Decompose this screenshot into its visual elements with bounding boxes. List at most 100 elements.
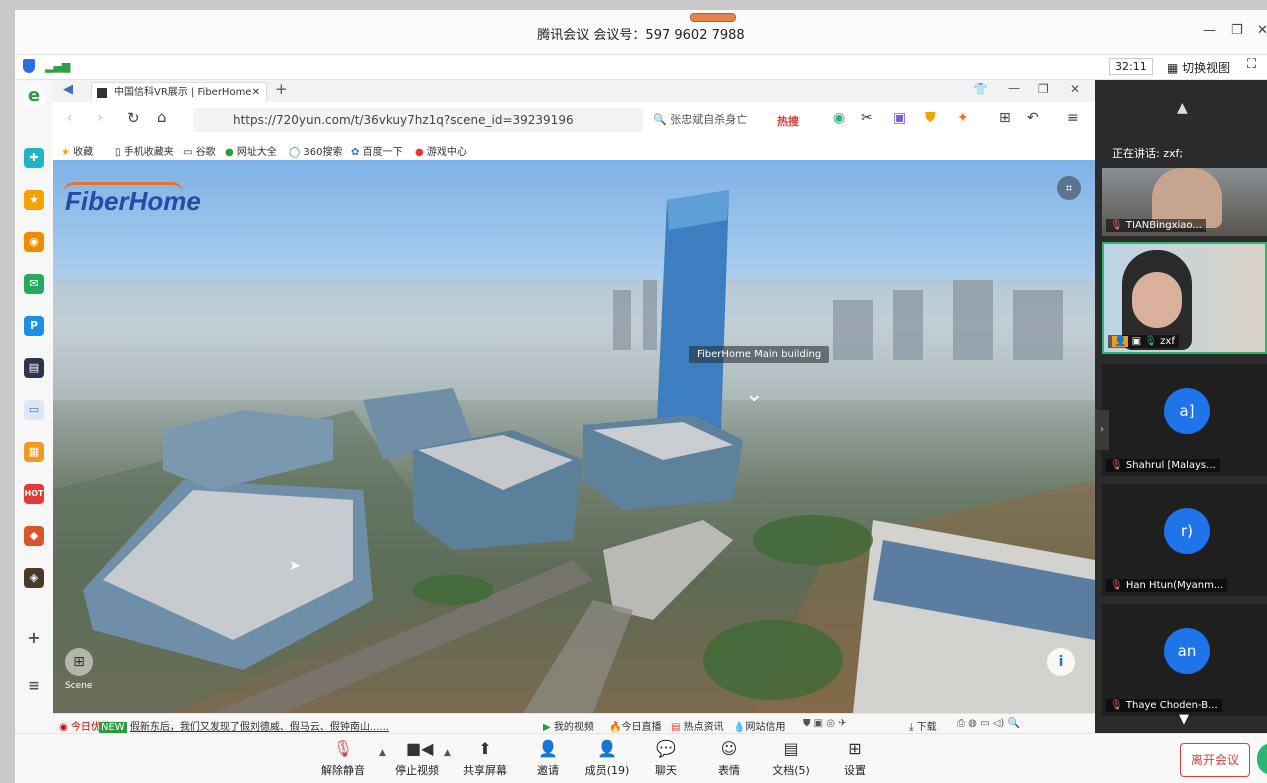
baidu-icon: ✿	[351, 147, 360, 158]
audio-options-chevron-icon[interactable]: ▲	[379, 748, 386, 758]
info-icon[interactable]: i	[1047, 648, 1075, 676]
menu-icon[interactable]: ≡	[24, 676, 44, 696]
participant-tile[interactable]: 🎙 TIANBingxiao...	[1102, 168, 1267, 236]
more-button[interactable]	[1257, 743, 1267, 775]
new-tab-icon[interactable]: +	[275, 80, 288, 98]
news-ticker[interactable]: NEW 假新东后，我们又发现了假刘德威、假马云、假钟南山......	[99, 718, 389, 733]
add-person-icon: 👤	[538, 739, 558, 758]
undo-icon[interactable]: ↶	[1027, 110, 1039, 126]
participant-tile[interactable]: an 🎙 Thaye Choden-B...	[1102, 604, 1267, 716]
bookmark-item[interactable]: ★ 收藏	[61, 143, 93, 158]
navigate-icon[interactable]: ◀	[63, 82, 73, 97]
emoji-button[interactable]: ☺ 表情	[699, 738, 759, 778]
browser-sidebar: e ✚ ★ ◉ ✉ P ▤ ▭ ▦ HOT ◆ ◈ + ≡	[15, 80, 54, 733]
forward-icon[interactable]: ›	[97, 110, 103, 126]
p-app-icon[interactable]: P	[24, 316, 44, 336]
reload-icon[interactable]: ↻	[127, 109, 140, 127]
picks-icon: ◉	[59, 722, 68, 733]
grid-icon: ▦	[1167, 61, 1183, 75]
tab-close-icon[interactable]: ✕	[252, 83, 260, 102]
scissors-icon[interactable]: ✂	[861, 110, 873, 126]
star-icon: ★	[61, 147, 70, 158]
game2-app-icon[interactable]: ◆	[24, 526, 44, 546]
security-icon[interactable]: ⛊	[925, 110, 936, 126]
browser-menu-icon[interactable]: ≡	[1067, 110, 1079, 126]
extension-icon[interactable]: ◉	[833, 110, 845, 126]
fullscreen-icon[interactable]: ⛶	[1247, 57, 1256, 72]
docs-button[interactable]: ▤ 文档(5)	[761, 738, 821, 778]
game-app-icon[interactable]: ▦	[24, 442, 44, 462]
navigation-bar: ‹ › ↻ ⌂ https://720yun.com/t/36vkuy7hz1q…	[53, 102, 1095, 138]
translate-icon[interactable]: ▣	[893, 110, 906, 126]
apps-grid-icon[interactable]: ⊞	[999, 110, 1011, 126]
bookmark-item[interactable]: ● 游戏中心	[415, 143, 467, 158]
participant-tile[interactable]: r) 🎙 Han Htun(Myanm...	[1102, 484, 1267, 596]
scroll-down-icon[interactable]: ▼	[1179, 712, 1189, 727]
shirt-icon[interactable]: 👕	[973, 82, 988, 96]
tab-bar: ◀ 中国信科VR展示 | FiberHome ✕ + 👕 — ❐ ✕	[53, 80, 1095, 102]
collapse-panel-icon[interactable]: ›	[1095, 410, 1109, 450]
address-bar[interactable]: https://720yun.com/t/36vkuy7hz1q?scene_i…	[193, 108, 643, 132]
stop-video-button[interactable]: ■◀ 停止视频	[387, 738, 447, 778]
new-badge-icon: NEW	[99, 722, 127, 733]
invite-button[interactable]: 👤 邀请	[518, 738, 578, 778]
status-item-credit[interactable]: 💧网站信用	[733, 718, 785, 733]
video-options-chevron-icon[interactable]: ▲	[444, 748, 451, 758]
bookmark-item[interactable]: ▭ 谷歌	[183, 143, 216, 158]
game3-app-icon[interactable]: ◈	[24, 568, 44, 588]
browser-minimize-icon[interactable]: —	[1008, 81, 1020, 95]
hot-app-icon[interactable]: HOT	[24, 484, 44, 504]
scene-icon[interactable]: ⊞	[65, 648, 93, 676]
leave-meeting-button[interactable]: 离开会议	[1180, 743, 1250, 777]
doc-app-icon[interactable]: ▭	[24, 400, 44, 420]
status-utility-icon[interactable]: ⎙ ◍ ▭ ◁) 🔍	[957, 718, 1020, 729]
tab-fiberhome[interactable]: 中国信科VR展示 | FiberHome ✕	[91, 82, 267, 102]
drag-handle[interactable]	[690, 13, 736, 22]
chat-button[interactable]: 💬 聊天	[636, 738, 696, 778]
minimize-icon[interactable]: —	[1203, 23, 1216, 38]
unmute-button[interactable]: 🎙 解除静音	[313, 738, 373, 778]
participant-tile[interactable]: a] 🎙 Shahrul [Malays...	[1102, 364, 1267, 476]
game-icon[interactable]: ✦	[957, 110, 969, 126]
status-item-news[interactable]: ▤ 热点资讯	[671, 718, 724, 733]
mail-icon[interactable]: ✉	[24, 274, 44, 294]
status-item-download[interactable]: ⤓ 下载	[909, 718, 937, 733]
browser-logo-icon[interactable]: e	[24, 86, 44, 106]
restore-icon[interactable]: ❐	[1231, 23, 1243, 38]
settings-button[interactable]: ⊞ 设置	[825, 738, 885, 778]
favorites-star-icon[interactable]: ★	[24, 190, 44, 210]
participant-tile-active[interactable]: 👤 ▣ 🎙 zxf	[1102, 242, 1267, 354]
add-icon[interactable]: +	[24, 628, 44, 648]
sidebar-app-icon[interactable]: ✚	[24, 148, 44, 168]
hotspot-arrow-icon[interactable]: ⌄	[745, 382, 763, 407]
calendar-app-icon[interactable]: ▤	[24, 358, 44, 378]
hotspot-label[interactable]: FiberHome Main building	[689, 346, 830, 363]
browser-restore-icon[interactable]: ❐	[1038, 82, 1049, 96]
hot-search-label[interactable]: 热搜	[777, 113, 799, 129]
close-icon[interactable]: ✕	[1257, 23, 1267, 38]
bookmark-item[interactable]: ● 网址大全	[225, 143, 277, 158]
browser-close-icon[interactable]: ✕	[1070, 82, 1080, 96]
scroll-up-icon[interactable]: ▲	[1177, 100, 1188, 116]
share-screen-button[interactable]: ⬆ 共享屏幕	[455, 738, 515, 778]
bookmark-item[interactable]: ▯ 手机收藏夹	[115, 143, 174, 158]
signal-icon[interactable]: ▂▄▆	[45, 60, 70, 73]
vr-panorama-viewer[interactable]: FiberHome FiberHome Main building ⌄ ⌗ i …	[53, 160, 1095, 713]
page-icon: ▭	[183, 147, 193, 158]
switch-view-button[interactable]: ▦ 切换视图	[1167, 59, 1230, 76]
bookmarks-bar: ★ 收藏 ▯ 手机收藏夹 ▭ 谷歌 ● 网址大全 ◯ 360搜索 ✿ 百度一下 …	[53, 138, 1095, 161]
gyroscope-icon[interactable]: ⌗	[1057, 176, 1081, 200]
back-icon[interactable]: ‹	[67, 110, 73, 126]
security-shield-icon[interactable]	[23, 59, 35, 73]
home-icon[interactable]: ⌂	[157, 108, 167, 126]
share-screen-icon: ⬆	[478, 739, 492, 758]
weibo-icon[interactable]: ◉	[24, 232, 44, 252]
status-tools-icon[interactable]: ⛊ ▣ ◎ ✈	[803, 718, 847, 729]
status-item-live[interactable]: 🔥今日直播	[609, 718, 661, 733]
bookmark-item[interactable]: ◯ 360搜索	[289, 143, 342, 158]
host-icon: 👤	[1112, 336, 1129, 347]
members-button[interactable]: 👤 成员(19)	[577, 738, 637, 778]
bookmark-item[interactable]: ✿ 百度一下	[351, 143, 403, 158]
status-item-video[interactable]: ▶ 我的视频	[543, 718, 594, 733]
logo-swoosh-icon	[63, 182, 183, 193]
